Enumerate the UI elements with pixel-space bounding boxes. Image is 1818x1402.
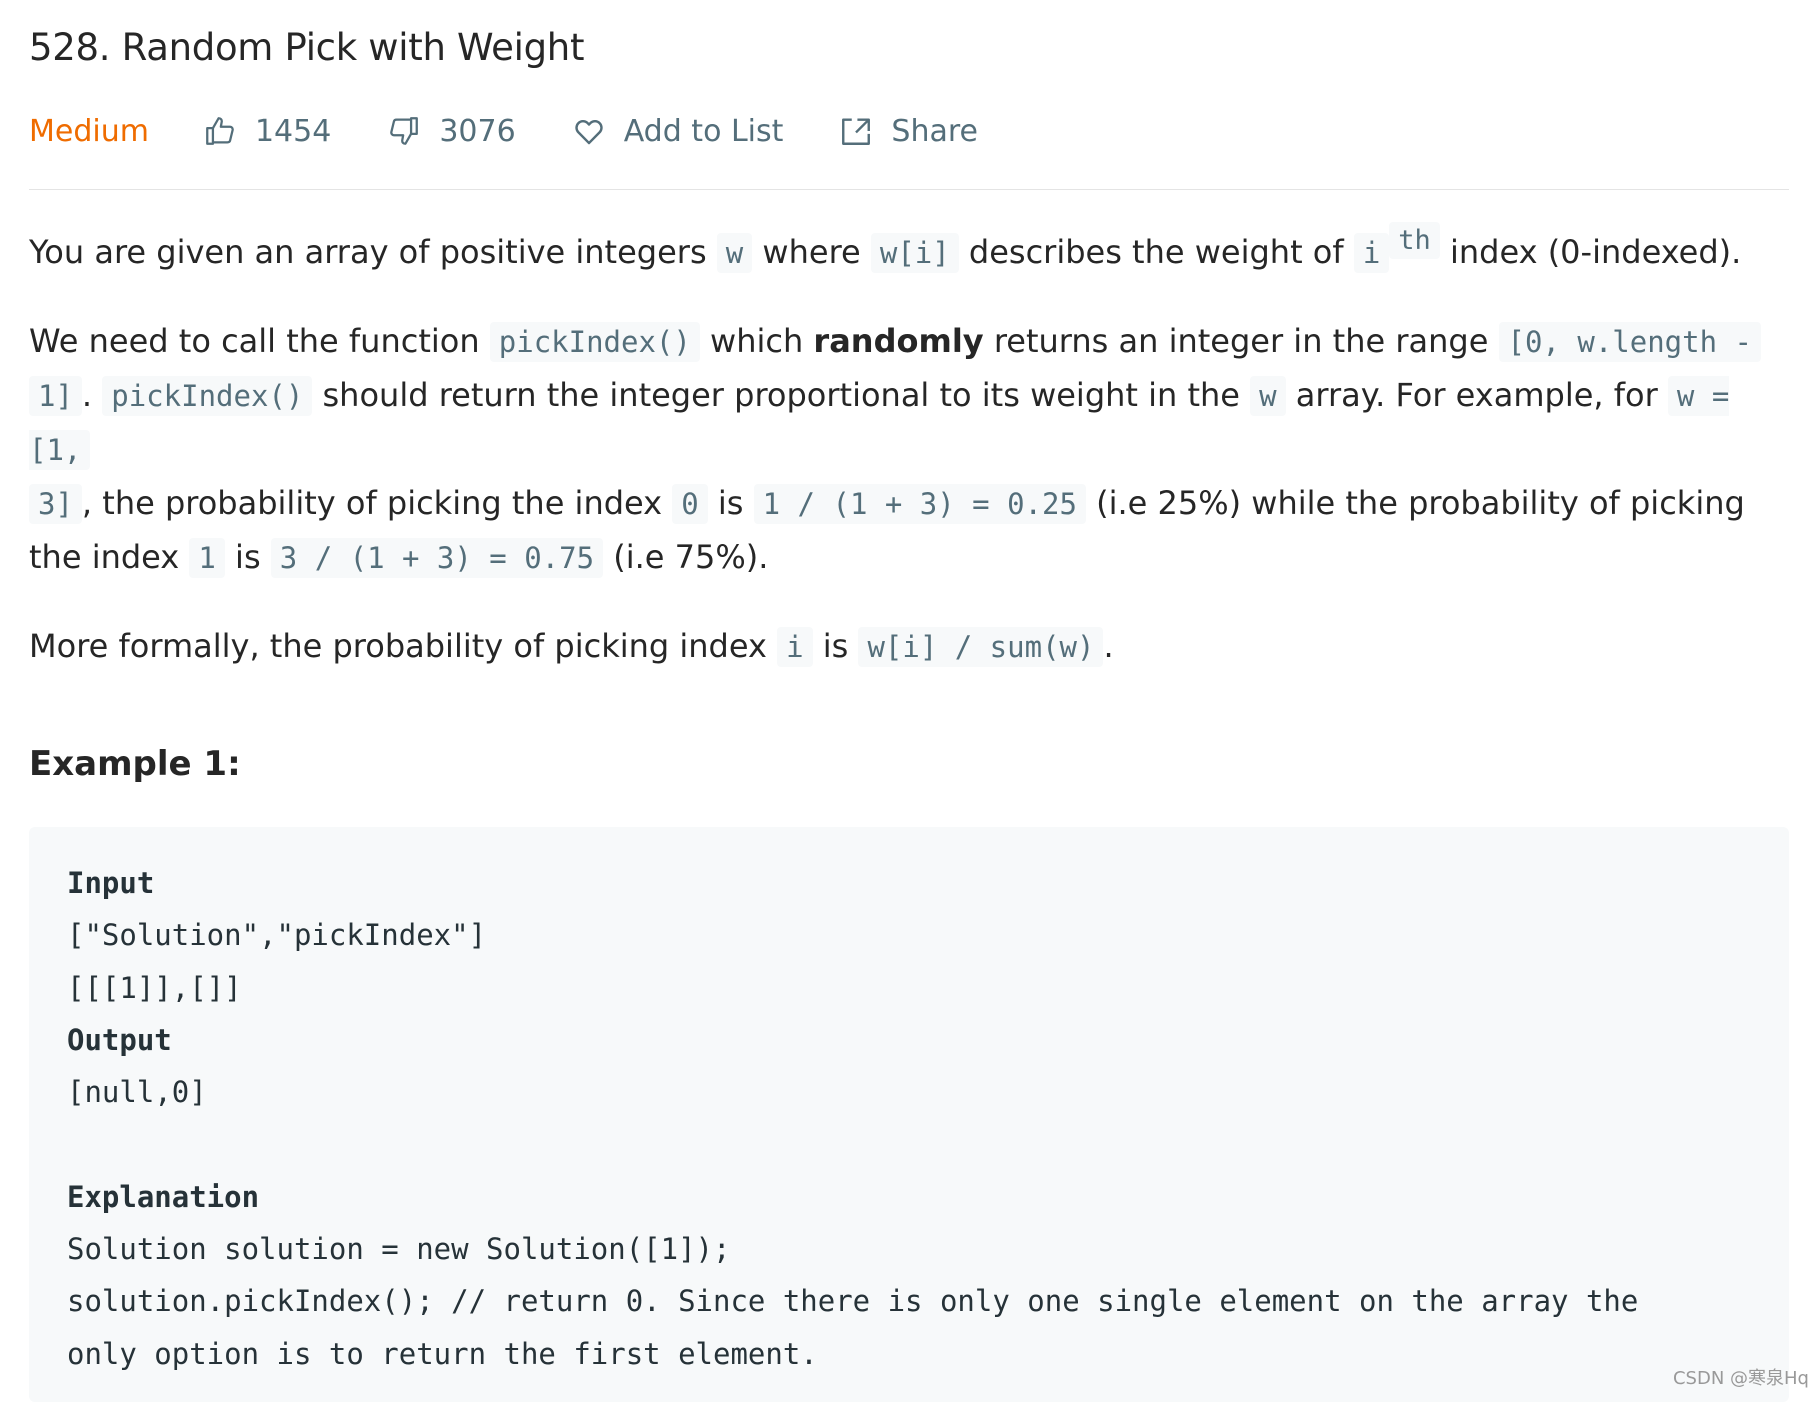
output-label: Output: [67, 1022, 172, 1057]
heart-icon: [575, 120, 603, 145]
superscript: th: [1389, 222, 1440, 259]
text: which: [699, 322, 814, 360]
text: .: [1103, 627, 1114, 665]
difficulty-badge: Medium: [29, 113, 149, 149]
inline-code: w: [1250, 376, 1286, 416]
text: (i.e 75%).: [603, 538, 769, 576]
inline-code: w: [716, 233, 753, 273]
text: array. For example, for: [1285, 376, 1668, 414]
text: should return the integer proportional t…: [312, 376, 1251, 414]
inline-code: pickIndex(): [102, 376, 313, 416]
inline-code: 1: [189, 538, 225, 578]
watermark: CSDN @寒泉Hq: [1672, 1368, 1809, 1389]
example-code-block: Input ["Solution","pickIndex"] [[[1]],[]…: [29, 827, 1789, 1402]
inline-code: w[i]: [870, 233, 959, 273]
dislike-count: 3076: [439, 113, 516, 149]
text: We need to call the function: [29, 322, 490, 360]
input-line: ["Solution","pickIndex"]: [67, 918, 487, 953]
inline-code: th: [1389, 222, 1440, 259]
text: index (0-indexed).: [1439, 233, 1742, 271]
share-label: Share: [891, 113, 978, 149]
text: is: [224, 538, 271, 576]
inline-code: 0: [672, 484, 708, 524]
explanation-line: Solution solution = new Solution([1]);: [67, 1232, 731, 1267]
thumbs-up-icon: [206, 117, 234, 145]
description-paragraph: You are given an array of positive integ…: [29, 222, 1789, 280]
description-paragraph: We need to call the function pickIndex()…: [29, 315, 1789, 585]
text: .: [81, 376, 103, 414]
inline-code: 1]: [29, 376, 82, 416]
output-line: [null,0]: [67, 1075, 207, 1110]
input-line: [[[1]],[]]: [67, 970, 242, 1005]
inline-code: pickIndex(): [489, 322, 700, 362]
description-paragraph: More formally, the probability of pickin…: [29, 620, 1789, 674]
share-icon: [842, 118, 871, 145]
text: , the probability of picking the index: [81, 484, 673, 522]
text: More formally, the probability of pickin…: [29, 627, 778, 665]
inline-code: i: [777, 627, 813, 667]
inline-code: 3]: [29, 484, 82, 524]
inline-code: i: [1353, 233, 1390, 273]
inline-code: [0, w.length -: [1498, 322, 1761, 362]
inline-code: 3 / (1 + 3) = 0.75: [270, 538, 604, 578]
input-label: Input: [67, 866, 155, 900]
example-pre: Input ["Solution","pickIndex"] [[[1]],[]…: [67, 857, 1638, 1380]
text: where: [752, 233, 871, 271]
inline-code: 1 / (1 + 3) = 0.25: [753, 484, 1086, 524]
text: You are given an array of positive integ…: [29, 233, 717, 271]
problem-title: 528. Random Pick with Weight: [29, 26, 585, 69]
text: returns an integer in the range: [983, 322, 1499, 360]
text: is: [707, 484, 754, 522]
inline-code: w[i] / sum(w): [858, 627, 1104, 667]
example-title: Example 1:: [29, 744, 241, 784]
like-count: 1454: [254, 113, 332, 149]
thumbs-down-icon: [390, 117, 419, 145]
text: is: [812, 627, 859, 665]
share-button[interactable]: Share: [839, 114, 978, 149]
header-divider: [29, 189, 1789, 190]
problem-description: You are given an array of positive integ…: [29, 222, 1789, 709]
explanation-line: solution.pickIndex(); // return 0. Since…: [67, 1284, 1639, 1319]
explanation-label: Explanation: [67, 1179, 260, 1214]
add-to-list-label: Add to List: [623, 113, 784, 149]
like-button[interactable]: 1454: [203, 114, 331, 149]
text: describes the weight of: [958, 233, 1354, 271]
emphasis: randomly: [813, 322, 984, 360]
problem-meta-bar: Medium 1454 3076 Add to List Share: [29, 108, 1034, 154]
explanation-line: only option is to return the first eleme…: [67, 1336, 818, 1371]
dislike-button[interactable]: 3076: [387, 113, 516, 149]
add-to-list-button[interactable]: Add to List: [572, 113, 784, 149]
